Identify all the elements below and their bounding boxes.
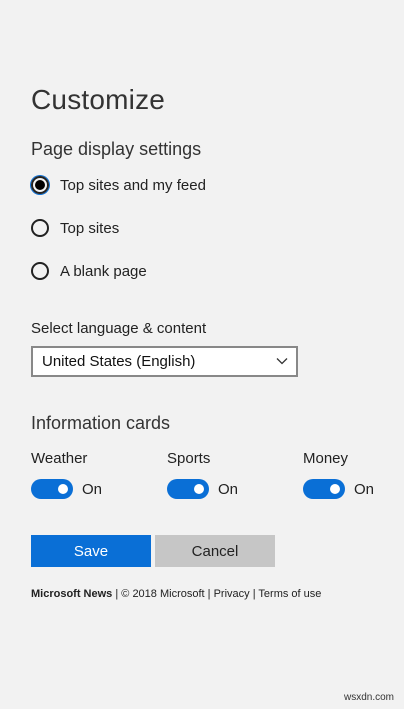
language-selected-value: United States (English) bbox=[42, 353, 196, 370]
card-sports: Sports On bbox=[167, 450, 238, 499]
toggle-row: On bbox=[303, 479, 374, 499]
money-toggle[interactable] bbox=[303, 479, 345, 499]
toggle-knob bbox=[330, 484, 340, 494]
footer-copyright: © 2018 Microsoft bbox=[121, 588, 205, 600]
card-weather: Weather On bbox=[31, 450, 102, 499]
toggle-state: On bbox=[218, 480, 239, 498]
information-cards-heading: Information cards bbox=[31, 413, 171, 433]
language-label: Select language & content bbox=[31, 320, 207, 337]
toggle-row: On bbox=[167, 479, 238, 499]
radio-button[interactable] bbox=[31, 262, 49, 280]
radio-top-sites-and-feed[interactable]: Top sites and my feed bbox=[31, 176, 206, 194]
card-name: Sports bbox=[167, 450, 211, 467]
footer-brand: Microsoft News bbox=[31, 588, 113, 600]
toggle-state: On bbox=[82, 480, 103, 498]
weather-toggle[interactable] bbox=[31, 479, 73, 499]
radio-button-checked[interactable] bbox=[31, 176, 49, 194]
radio-button[interactable] bbox=[31, 219, 49, 237]
footer-separator: | bbox=[112, 588, 122, 600]
save-button[interactable]: Save bbox=[31, 535, 151, 567]
terms-of-use-link[interactable]: Terms of use bbox=[258, 588, 321, 600]
cancel-button[interactable]: Cancel bbox=[155, 535, 275, 567]
card-money: Money On bbox=[303, 450, 374, 499]
chevron-down-icon bbox=[276, 358, 288, 365]
footer-separator: | bbox=[204, 588, 214, 600]
footer: Microsoft News | © 2018 Microsoft | Priv… bbox=[31, 588, 321, 600]
privacy-link[interactable]: Privacy bbox=[214, 588, 250, 600]
toggle-knob bbox=[58, 484, 68, 494]
card-name: Weather bbox=[31, 450, 88, 467]
sports-toggle[interactable] bbox=[167, 479, 209, 499]
toggle-row: On bbox=[31, 479, 102, 499]
toggle-knob bbox=[194, 484, 204, 494]
page-title: Customize bbox=[31, 84, 166, 115]
radio-top-sites[interactable]: Top sites bbox=[31, 219, 119, 237]
card-name: Money bbox=[303, 450, 349, 467]
watermark: wsxdn.com bbox=[343, 692, 394, 703]
radio-blank-page[interactable]: A blank page bbox=[31, 262, 147, 280]
language-select[interactable]: United States (English) bbox=[31, 346, 298, 377]
radio-label: Top sites and my feed bbox=[60, 176, 206, 194]
page-display-heading: Page display settings bbox=[31, 139, 202, 159]
radio-label: Top sites bbox=[60, 219, 120, 237]
radio-label: A blank page bbox=[60, 262, 147, 280]
toggle-state: On bbox=[354, 480, 375, 498]
